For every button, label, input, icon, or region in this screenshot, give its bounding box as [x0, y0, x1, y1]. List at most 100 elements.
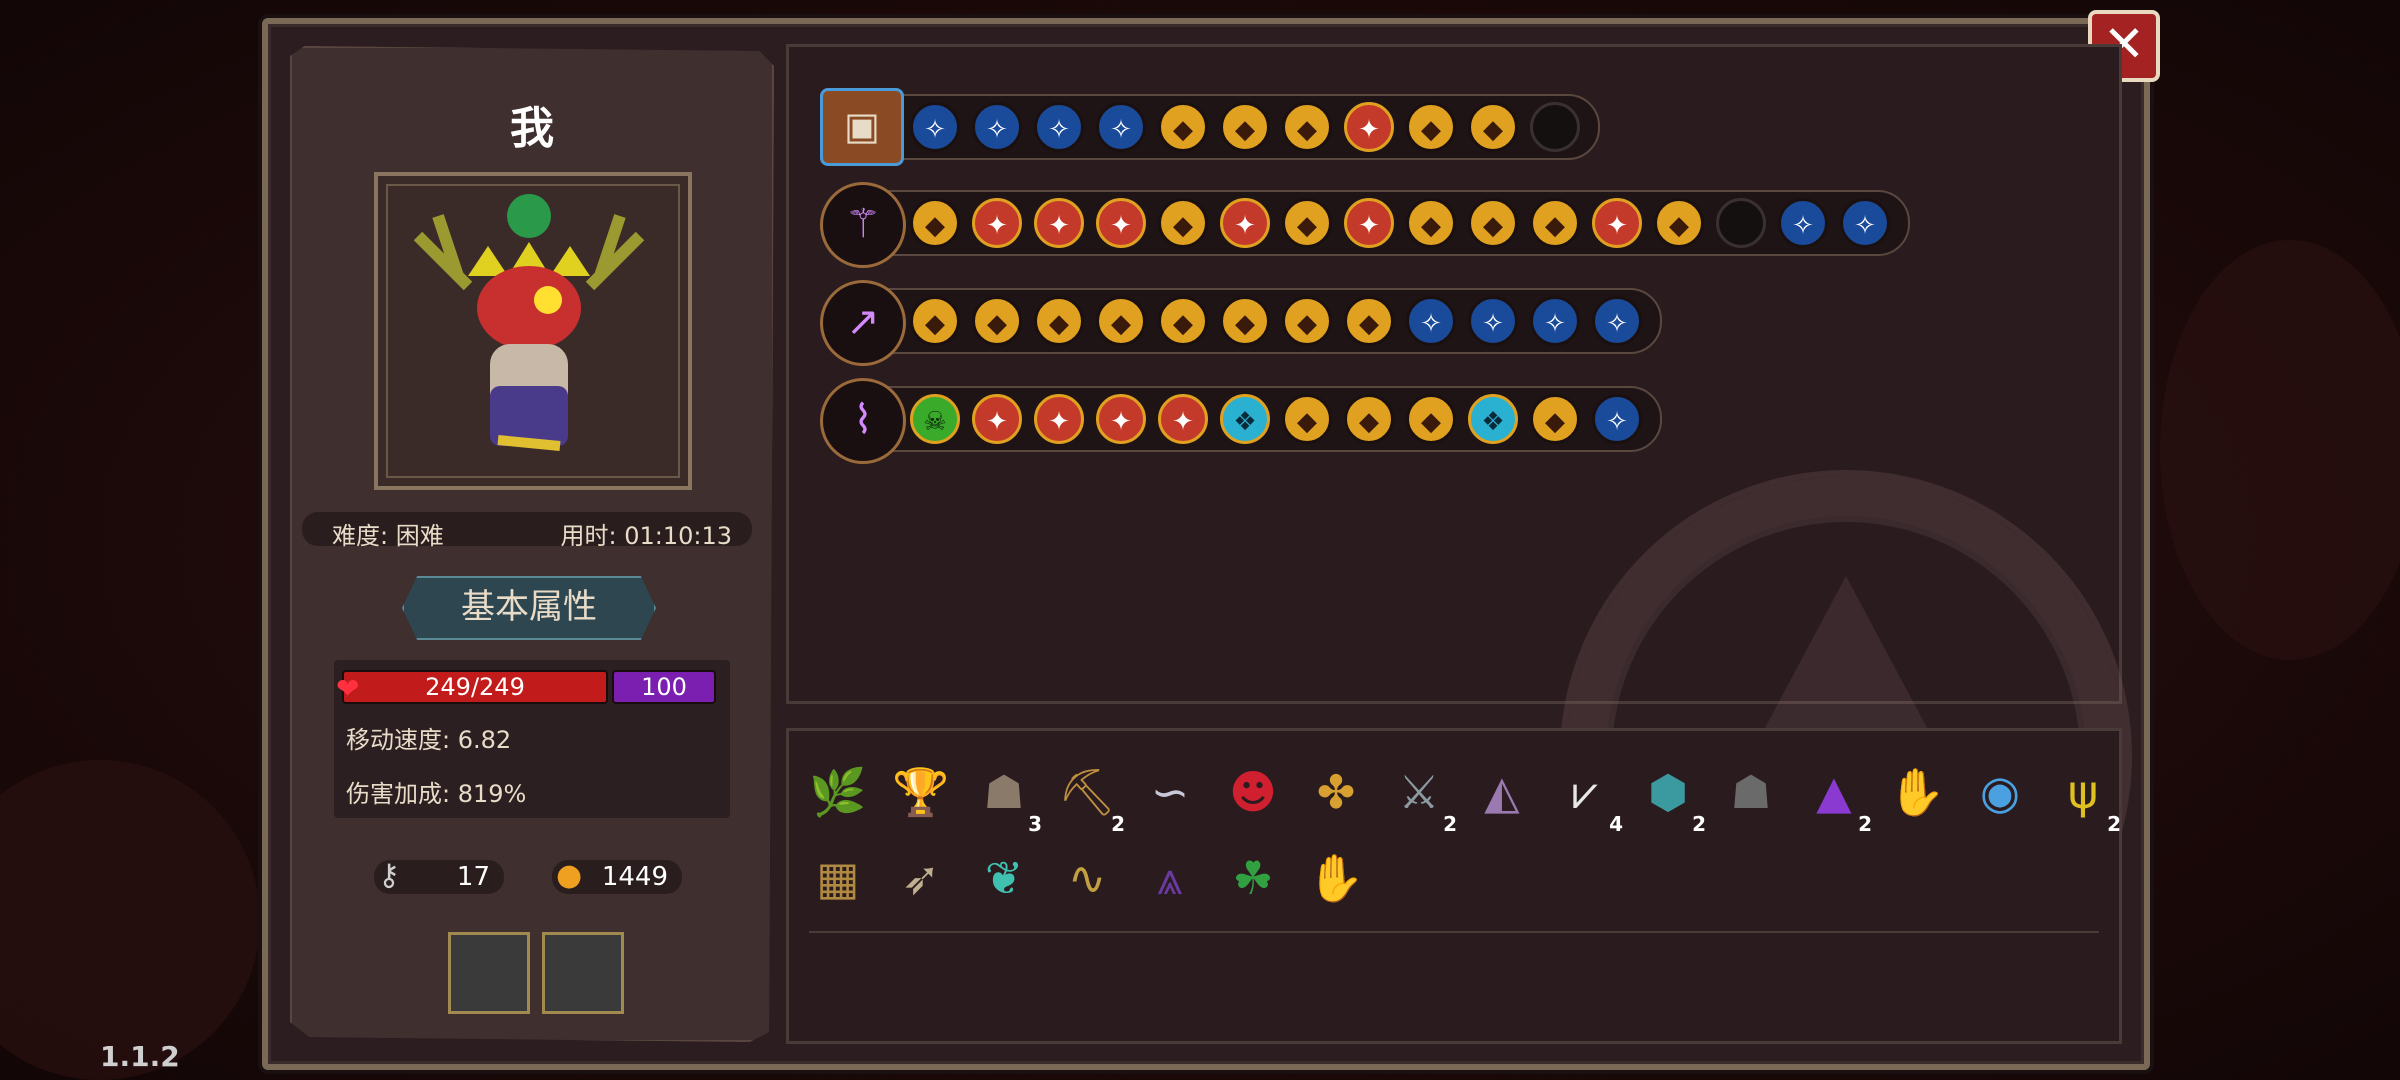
background-blob: [0, 760, 260, 1080]
golden-feather-icon[interactable]: ✤: [1304, 760, 1368, 824]
upgrade-gold-icon[interactable]: ◆: [1282, 394, 1332, 444]
item-count: 3: [1028, 812, 1042, 836]
upgrade-gold-icon[interactable]: ◆: [1034, 296, 1084, 346]
jewel-box-icon[interactable]: ⬢ 2: [1636, 760, 1706, 834]
serpent-whip-icon[interactable]: ∿: [1055, 846, 1119, 910]
broom-icon[interactable]: ⌇: [820, 378, 906, 464]
item-count: 2: [1443, 812, 1457, 836]
key-icon: ⚷: [378, 858, 400, 893]
teal-shell-icon[interactable]: ❦: [972, 846, 1036, 910]
wizard-hat-icon[interactable]: ▲ 2: [1802, 760, 1872, 834]
item-count: 2: [1692, 812, 1706, 836]
golden-antler-icon[interactable]: ψ2: [2051, 760, 2121, 834]
hp-bar: ❤ 249/249: [336, 670, 608, 704]
golden-goblet-icon[interactable]: 🏆: [889, 760, 953, 824]
upgrade-gold-icon[interactable]: ◆: [1406, 102, 1456, 152]
upgrade-red-icon[interactable]: ✦: [1220, 198, 1270, 248]
upgrade-green-icon[interactable]: ☠: [910, 394, 960, 444]
consumable-slot-1[interactable]: [448, 932, 530, 1014]
upgrade-gold-icon[interactable]: ◆: [1282, 102, 1332, 152]
item-count: 4: [1609, 812, 1623, 836]
empty-upgrade-slot[interactable]: [1530, 102, 1580, 152]
weapon-row: ↗ ◆ ◆ ◆ ◆ ◆ ◆ ◆ ◆ ✧ ✧ ✧ ✧: [820, 280, 1662, 366]
stone-sword-icon[interactable]: ⚔ 2: [1387, 760, 1457, 834]
spear-icon[interactable]: ↗: [820, 280, 906, 366]
item-count: 2: [1111, 812, 1125, 836]
upgrade-blue-icon[interactable]: ✧: [910, 102, 960, 152]
crystal-glove-icon[interactable]: ✋: [1885, 760, 1949, 824]
upgrade-red-icon[interactable]: ✦: [1592, 198, 1642, 248]
upgrade-gold-icon[interactable]: ◆: [1468, 198, 1518, 248]
upgrade-gold-icon[interactable]: ◆: [910, 198, 960, 248]
upgrade-gold-icon[interactable]: ◆: [1220, 296, 1270, 346]
stone-idol-icon[interactable]: ☗: [1719, 760, 1783, 824]
upgrade-blue-icon[interactable]: ✧: [1034, 102, 1084, 152]
upgrade-gold-icon[interactable]: ◆: [1654, 198, 1704, 248]
upgrade-blue-icon[interactable]: ✧: [1592, 296, 1642, 346]
upgrade-blue-icon[interactable]: ✧: [1406, 296, 1456, 346]
upgrade-blue-icon[interactable]: ✧: [1096, 102, 1146, 152]
rune-tablet-icon[interactable]: ▦: [806, 846, 870, 910]
upgrade-gold-icon[interactable]: ◆: [1220, 102, 1270, 152]
move-speed-stat: 移动速度: 6.82: [346, 726, 512, 754]
upgrade-red-icon[interactable]: ✦: [1034, 198, 1084, 248]
upgrade-red-icon[interactable]: ✦: [1034, 394, 1084, 444]
upgrade-gold-icon[interactable]: ◆: [1344, 296, 1394, 346]
upgrade-gold-icon[interactable]: ◆: [1468, 102, 1518, 152]
antler-branch-icon[interactable]: 🌿: [806, 760, 870, 824]
difficulty-label: 难度: 困难: [332, 522, 444, 550]
hooded-cloak-icon[interactable]: ☗ 3: [972, 760, 1042, 834]
weapon-row: ⌇ ☠ ✦ ✦ ✦ ✦ ❖ ◆ ◆ ◆ ❖ ◆ ✧: [820, 378, 1662, 464]
bone-arrow-icon[interactable]: ➶: [889, 846, 953, 910]
upgrade-blue-icon[interactable]: ✧: [1530, 296, 1580, 346]
upgrade-gold-icon[interactable]: ◆: [972, 296, 1022, 346]
upgrade-red-icon[interactable]: ✦: [972, 394, 1022, 444]
upgrade-red-icon[interactable]: ✦: [1096, 198, 1146, 248]
upgrade-cyan-icon[interactable]: ❖: [1468, 394, 1518, 444]
upgrade-gold-icon[interactable]: ◆: [1158, 198, 1208, 248]
staff-icon[interactable]: ⚚: [820, 182, 906, 268]
tab-basic-attributes[interactable]: 基本属性: [402, 576, 656, 640]
elapsed-time: 用时: 01:10:13: [560, 522, 732, 550]
green-hand-icon[interactable]: ✋: [1304, 846, 1368, 910]
upgrade-gold-icon[interactable]: ◆: [910, 296, 960, 346]
upgrade-gold-icon[interactable]: ◆: [1096, 296, 1146, 346]
chest-icon[interactable]: ▣: [820, 88, 904, 166]
upgrade-gold-icon[interactable]: ◆: [1406, 394, 1456, 444]
upgrade-gold-icon[interactable]: ◆: [1158, 102, 1208, 152]
weapon-row: ▣ ✧ ✧ ✧ ✧ ◆ ◆ ◆ ✦ ◆ ◆: [820, 88, 1600, 166]
dark-hood-icon[interactable]: ◭: [1470, 760, 1534, 824]
four-leaf-clover-icon[interactable]: ☘: [1221, 846, 1285, 910]
upgrade-blue-icon[interactable]: ✧: [972, 102, 1022, 152]
upgrade-red-icon[interactable]: ✦: [1096, 394, 1146, 444]
blue-orb-icon[interactable]: ◉: [1968, 760, 2032, 824]
upgrade-blue-icon[interactable]: ✧: [1840, 198, 1890, 248]
upgrade-gold-icon[interactable]: ◆: [1530, 198, 1580, 248]
hp-value: 249/249: [425, 673, 525, 701]
item-count: 2: [2107, 812, 2121, 836]
fang-jaw-icon[interactable]: ⩗ 4: [1553, 760, 1623, 834]
upgrade-gold-icon[interactable]: ◆: [1406, 198, 1456, 248]
upgrade-red-icon[interactable]: ✦: [972, 198, 1022, 248]
upgrade-red-icon[interactable]: ✦: [1344, 102, 1394, 152]
upgrade-gold-icon[interactable]: ◆: [1344, 394, 1394, 444]
silver-hook-icon[interactable]: ∽: [1138, 760, 1202, 824]
upgrade-gold-icon[interactable]: ◆: [1282, 198, 1332, 248]
version-label: 1.1.2: [100, 1040, 180, 1073]
upgrade-gold-icon[interactable]: ◆: [1158, 296, 1208, 346]
consumable-slot-2[interactable]: [542, 932, 624, 1014]
upgrade-blue-icon[interactable]: ✧: [1778, 198, 1828, 248]
upgrade-gold-icon[interactable]: ◆: [1530, 394, 1580, 444]
upgrade-blue-icon[interactable]: ✧: [1468, 296, 1518, 346]
upgrade-red-icon[interactable]: ✦: [1344, 198, 1394, 248]
purple-cape-icon[interactable]: ⩓: [1138, 846, 1202, 910]
empty-upgrade-slot[interactable]: [1716, 198, 1766, 248]
character-portrait-icon: [413, 194, 645, 451]
upgrade-red-icon[interactable]: ✦: [1158, 394, 1208, 444]
upgrade-cyan-icon[interactable]: ❖: [1220, 394, 1270, 444]
upgrade-gold-icon[interactable]: ◆: [1282, 296, 1332, 346]
player-name: 我: [510, 103, 554, 154]
pickaxe-icon[interactable]: ⛏ 2: [1055, 760, 1125, 834]
upgrade-blue-icon[interactable]: ✧: [1592, 394, 1642, 444]
demon-mask-icon[interactable]: ☻: [1221, 760, 1285, 824]
